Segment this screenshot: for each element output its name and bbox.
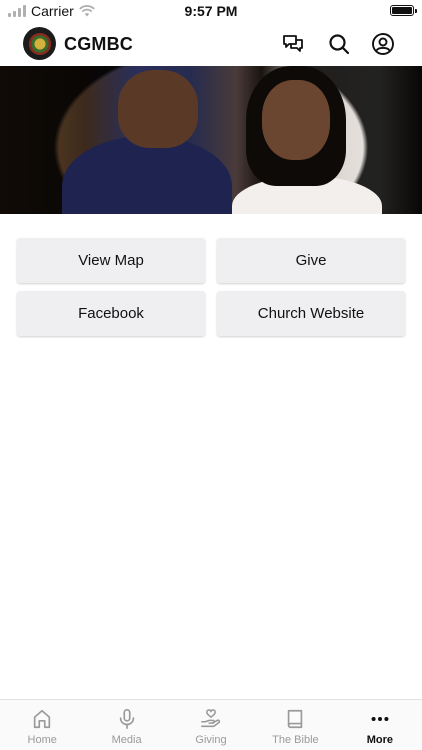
action-button-grid: View Map Give Facebook Church Website (17, 238, 405, 336)
tab-the-bible-label: The Bible (272, 734, 319, 746)
view-map-button[interactable]: View Map (17, 238, 205, 283)
home-icon (34, 709, 51, 729)
tab-media[interactable]: Media (84, 700, 168, 750)
tab-bar: Home Media Giving The Bible More (0, 699, 422, 750)
tab-giving[interactable]: Giving (169, 700, 253, 750)
give-button[interactable]: Give (217, 238, 405, 283)
church-logo[interactable] (23, 27, 56, 60)
microphone-icon (119, 709, 134, 729)
app-title: CGMBC (64, 34, 133, 54)
church-website-button[interactable]: Church Website (217, 291, 405, 336)
banner-image (0, 66, 422, 214)
tab-home[interactable]: Home (0, 700, 84, 750)
tab-giving-label: Giving (195, 734, 227, 746)
facebook-button[interactable]: Facebook (17, 291, 205, 336)
status-bar: Carrier 9:57 PM (0, 0, 422, 22)
status-time: 9:57 PM (184, 3, 238, 19)
chat-icon[interactable] (281, 32, 305, 56)
book-icon (288, 709, 303, 729)
tab-more[interactable]: More (338, 700, 422, 750)
battery-icon (390, 5, 417, 16)
giving-hand-icon (201, 709, 221, 728)
tab-more-label: More (366, 734, 393, 746)
app-header: CGMBC (0, 22, 422, 66)
account-icon[interactable] (371, 32, 395, 56)
more-icon (371, 716, 389, 722)
tab-the-bible[interactable]: The Bible (253, 700, 337, 750)
search-icon[interactable] (327, 32, 351, 56)
tab-home-label: Home (27, 734, 57, 746)
tab-media-label: Media (111, 734, 142, 746)
